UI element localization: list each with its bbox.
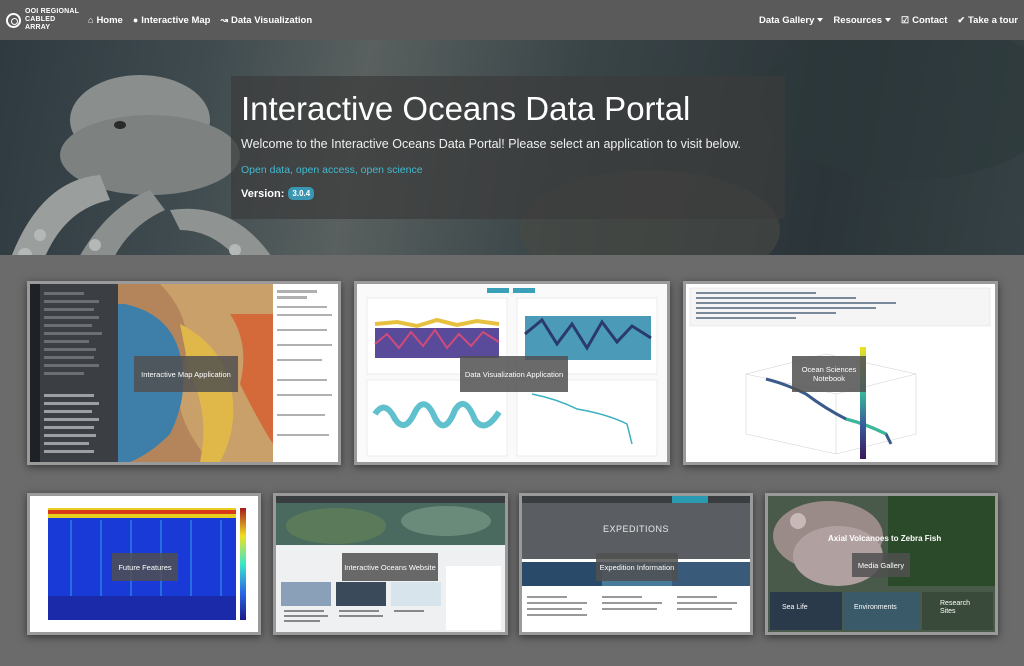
hero-banner: Interactive Oceans Data Portal Welcome t… — [0, 40, 1024, 255]
app-card-interactive-map[interactable]: Interactive Map Application — [27, 281, 341, 465]
nav-take-a-tour-link[interactable]: ✔ Take a tour — [957, 15, 1018, 26]
seafloor-rock — [760, 40, 1024, 180]
media-tile-sea-life: Sea Life — [782, 604, 808, 611]
chart-line-icon: ↝ — [220, 14, 228, 25]
check-circle-icon: ✔ — [957, 14, 966, 25]
page-title: Interactive Oceans Data Portal — [241, 90, 691, 127]
app-card-label: Data Visualization Application — [460, 356, 568, 392]
version-badge: 3.0.4 — [288, 187, 315, 200]
app-card-label: Interactive Oceans Website — [342, 553, 438, 581]
hero-subtitle: Welcome to the Interactive Oceans Data P… — [241, 137, 742, 151]
top-navbar: OOI REGIONAL CABLED ARRAY ⌂ Home ● Interac… — [0, 0, 1024, 40]
nav-resources-dropdown[interactable]: Resources — [833, 15, 892, 26]
caret-down-icon — [885, 18, 892, 22]
brand-line-2: CABLED ARRAY — [25, 16, 56, 31]
globe-icon: ● — [132, 15, 139, 25]
app-card-label: Expedition Information — [596, 553, 678, 581]
brand-line-1: OOI REGIONAL — [25, 8, 80, 15]
nav-home-link[interactable]: ⌂ Home — [88, 15, 123, 26]
nav-data-gallery-dropdown[interactable]: Data Gallery — [759, 15, 824, 26]
expeditions-banner-text: EXPEDITIONS — [602, 524, 669, 534]
brand-logo-link[interactable]: OOI REGIONAL CABLED ARRAY — [6, 8, 82, 32]
check-square-icon: ☑ — [901, 14, 910, 25]
media-gallery-title: Axial Volcanoes to Zebra Fish — [828, 534, 942, 543]
home-icon: ⌂ — [88, 15, 94, 25]
app-card-website[interactable]: Interactive Oceans Website — [273, 493, 508, 635]
media-tile-environments: Environments — [854, 604, 897, 611]
app-card-label: Media Gallery — [852, 553, 910, 577]
nav-interactive-map-link[interactable]: ● Interactive Map — [133, 15, 211, 26]
hero-tagline: Open data, open access, open science — [241, 164, 423, 176]
version-label: Version: — [241, 187, 285, 200]
media-tile-research-sites: Research Sites — [940, 600, 970, 615]
app-card-future-features[interactable]: Future Features — [27, 493, 261, 635]
caret-down-icon — [817, 18, 824, 22]
app-card-media-gallery[interactable]: Axial Volcanoes to Zebra Fish Media Gall… — [765, 493, 998, 635]
version-row: Version: 3.0.4 — [241, 187, 775, 200]
app-card-label: Interactive Map Application — [134, 356, 238, 392]
nav-right-group: Data Gallery Resources ☑ Contact ✔ Take a … — [759, 15, 1018, 26]
ooi-logo-icon — [6, 12, 21, 28]
nav-contact-link[interactable]: ☑ Contact — [901, 15, 947, 26]
nav-data-visualization-link[interactable]: ↝ Data Visualization — [220, 15, 312, 26]
nav-left-group: ⌂ Home ● Interactive Map ↝ Data Visualizati… — [88, 15, 312, 26]
app-card-label: Future Features — [112, 553, 178, 581]
app-card-expedition[interactable]: EXPEDITIONS Expedition Information — [519, 493, 753, 635]
app-card-label: Ocean Sciences Notebook — [792, 356, 866, 392]
app-card-data-visualization[interactable]: Data Visualization Application — [354, 281, 670, 465]
hero-intro-panel: Interactive Oceans Data Portal Welcome t… — [231, 76, 785, 219]
app-card-notebook[interactable]: Ocean Sciences Notebook — [683, 281, 998, 465]
